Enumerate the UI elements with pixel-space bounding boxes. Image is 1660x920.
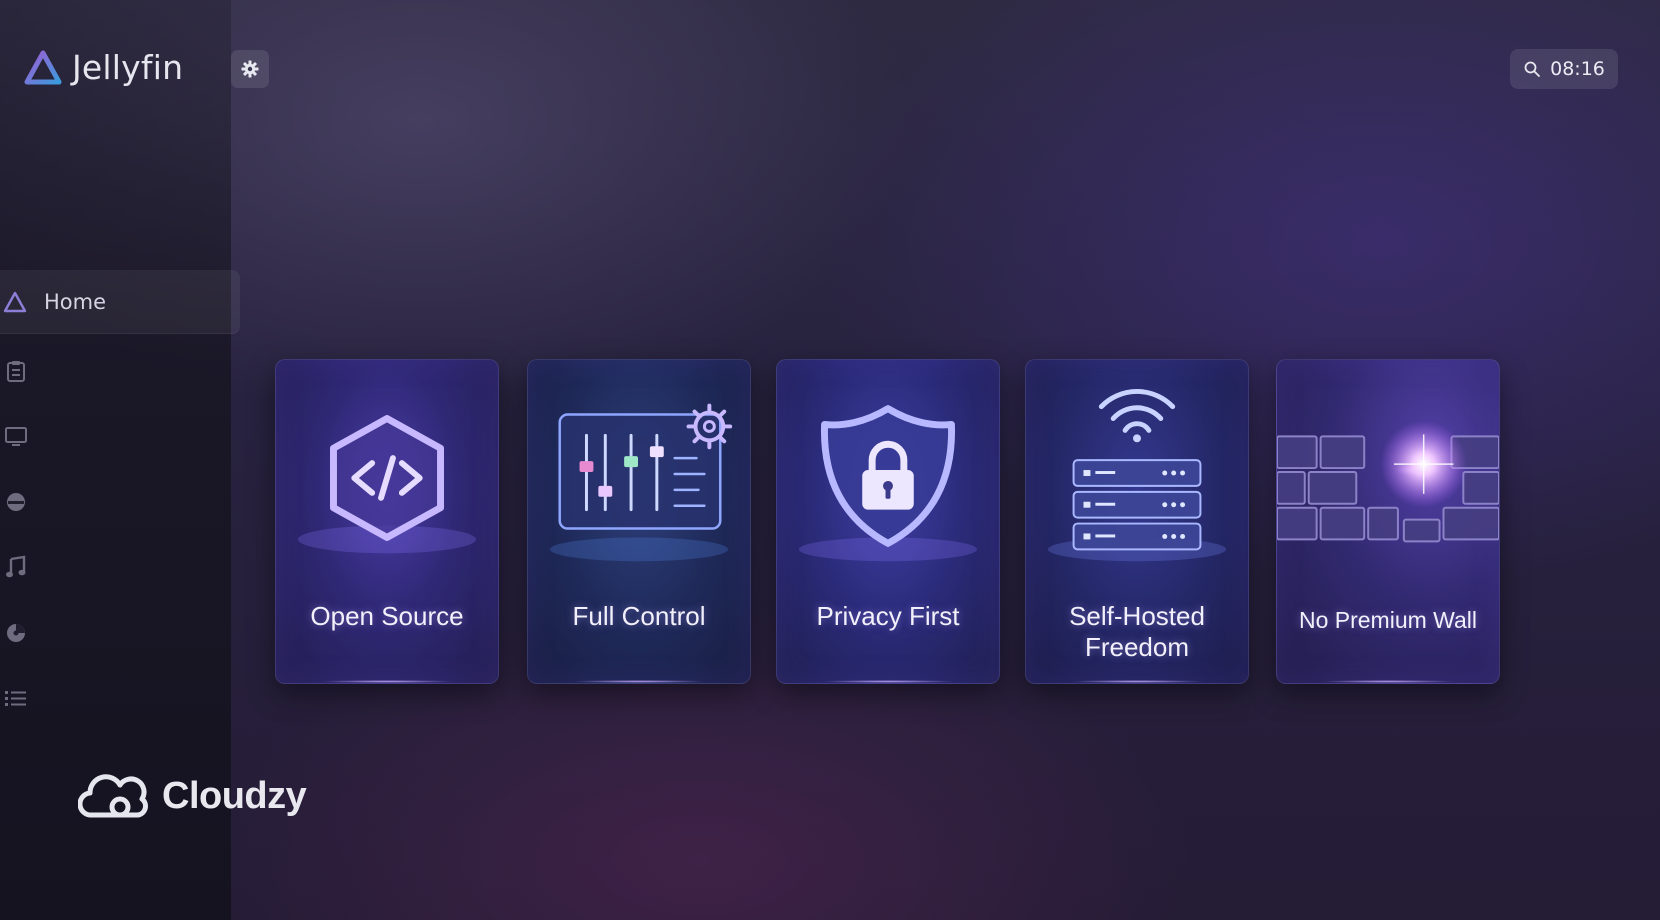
- gear-icon: [241, 60, 259, 78]
- collection-icon: [7, 624, 25, 642]
- card-label-open-source: Open Source: [310, 601, 464, 631]
- sidebar-item-home[interactable]: Home: [0, 270, 240, 334]
- card-label-no-premium-wall: No Premium Wall: [1298, 607, 1478, 633]
- card-label-full-control: Full Control: [572, 601, 706, 631]
- feature-card-self-hosted[interactable]: Self-Hosted Freedom: [1025, 359, 1249, 684]
- home-triangle-icon: [3, 291, 27, 313]
- search-clock-pill[interactable]: 08:16: [1510, 49, 1618, 89]
- sliders-gear-icon: [549, 403, 733, 562]
- sidebar-item-collection[interactable]: [2, 619, 30, 647]
- app-logo[interactable]: Jellyfin: [24, 48, 183, 87]
- broken-wall-icon: [1277, 420, 1499, 543]
- media-icon: [7, 493, 25, 511]
- sidebar-item-music[interactable]: [2, 553, 30, 581]
- clipboard-icon: [7, 361, 25, 382]
- jellyfin-logo-icon: [24, 50, 62, 84]
- sidebar-item-list[interactable]: [2, 684, 30, 712]
- search-icon: [1524, 61, 1541, 77]
- feature-card-privacy-first[interactable]: Privacy First: [776, 359, 1000, 684]
- brand-name: Cloudzy: [162, 774, 307, 817]
- sidebar-item-tv[interactable]: [2, 422, 30, 450]
- list-icon: [5, 691, 26, 706]
- card-label-self-hosted-line1: Self-Hosted: [1069, 601, 1205, 631]
- feature-card-open-source[interactable]: Open Source: [275, 359, 499, 684]
- sidebar-item-media[interactable]: [2, 488, 30, 516]
- sidebar-item-home-label: Home: [44, 290, 107, 314]
- cloudzy-brand: Cloudzy: [78, 773, 307, 819]
- music-icon: [6, 555, 26, 578]
- clock-time: 08:16: [1550, 58, 1605, 80]
- app-title: Jellyfin: [72, 48, 184, 87]
- tv-icon: [5, 427, 27, 446]
- feature-card-full-control[interactable]: Full Control: [527, 359, 751, 684]
- settings-button[interactable]: [231, 50, 269, 88]
- app-root: Jellyfin 08:16 Home Open Source Full Con…: [0, 0, 1660, 920]
- card-label-self-hosted-line2: Freedom: [1084, 632, 1190, 662]
- sidebar-item-clipboard[interactable]: [2, 357, 30, 385]
- card-label-privacy-first: Privacy First: [816, 601, 960, 631]
- cloud-logo-icon: [78, 774, 148, 818]
- feature-card-no-premium-wall[interactable]: No Premium Wall: [1276, 359, 1500, 684]
- code-hexagon-icon: [297, 415, 477, 554]
- shield-lock-icon: [798, 405, 978, 562]
- server-wifi-icon: [1047, 388, 1227, 562]
